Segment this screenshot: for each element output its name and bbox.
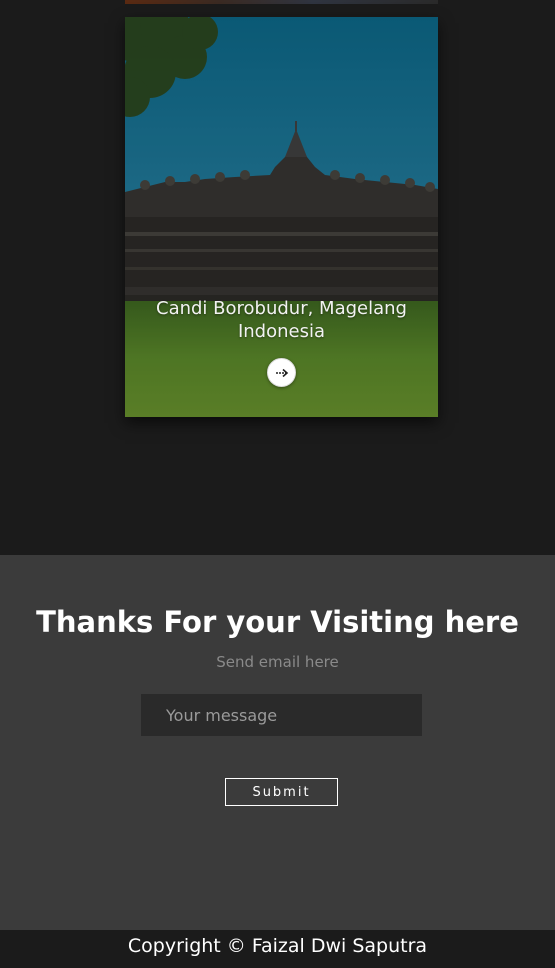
- message-input[interactable]: [141, 694, 422, 736]
- contact-title: Thanks For your Visiting here: [36, 605, 519, 639]
- previous-card-edge: [125, 0, 438, 4]
- contact-subtitle: Send email here: [216, 653, 339, 671]
- destination-card: Candi Borobudur, Magelang Indonesia: [125, 17, 438, 417]
- contact-section: Thanks For your Visiting here Send email…: [0, 555, 555, 930]
- card-arrow-button[interactable]: [267, 358, 296, 387]
- card-title-line-2: Indonesia: [237, 321, 326, 342]
- submit-button[interactable]: Submit: [225, 778, 338, 806]
- footer-copyright: Copyright © Faizal Dwi Saputra: [0, 930, 555, 968]
- card-overlay: [125, 17, 438, 417]
- card-title-line-1: Candi Borobudur, Magelang: [156, 298, 407, 319]
- card-title: Candi Borobudur, Magelang Indonesia: [125, 297, 438, 343]
- arrow-right-icon: [275, 368, 288, 377]
